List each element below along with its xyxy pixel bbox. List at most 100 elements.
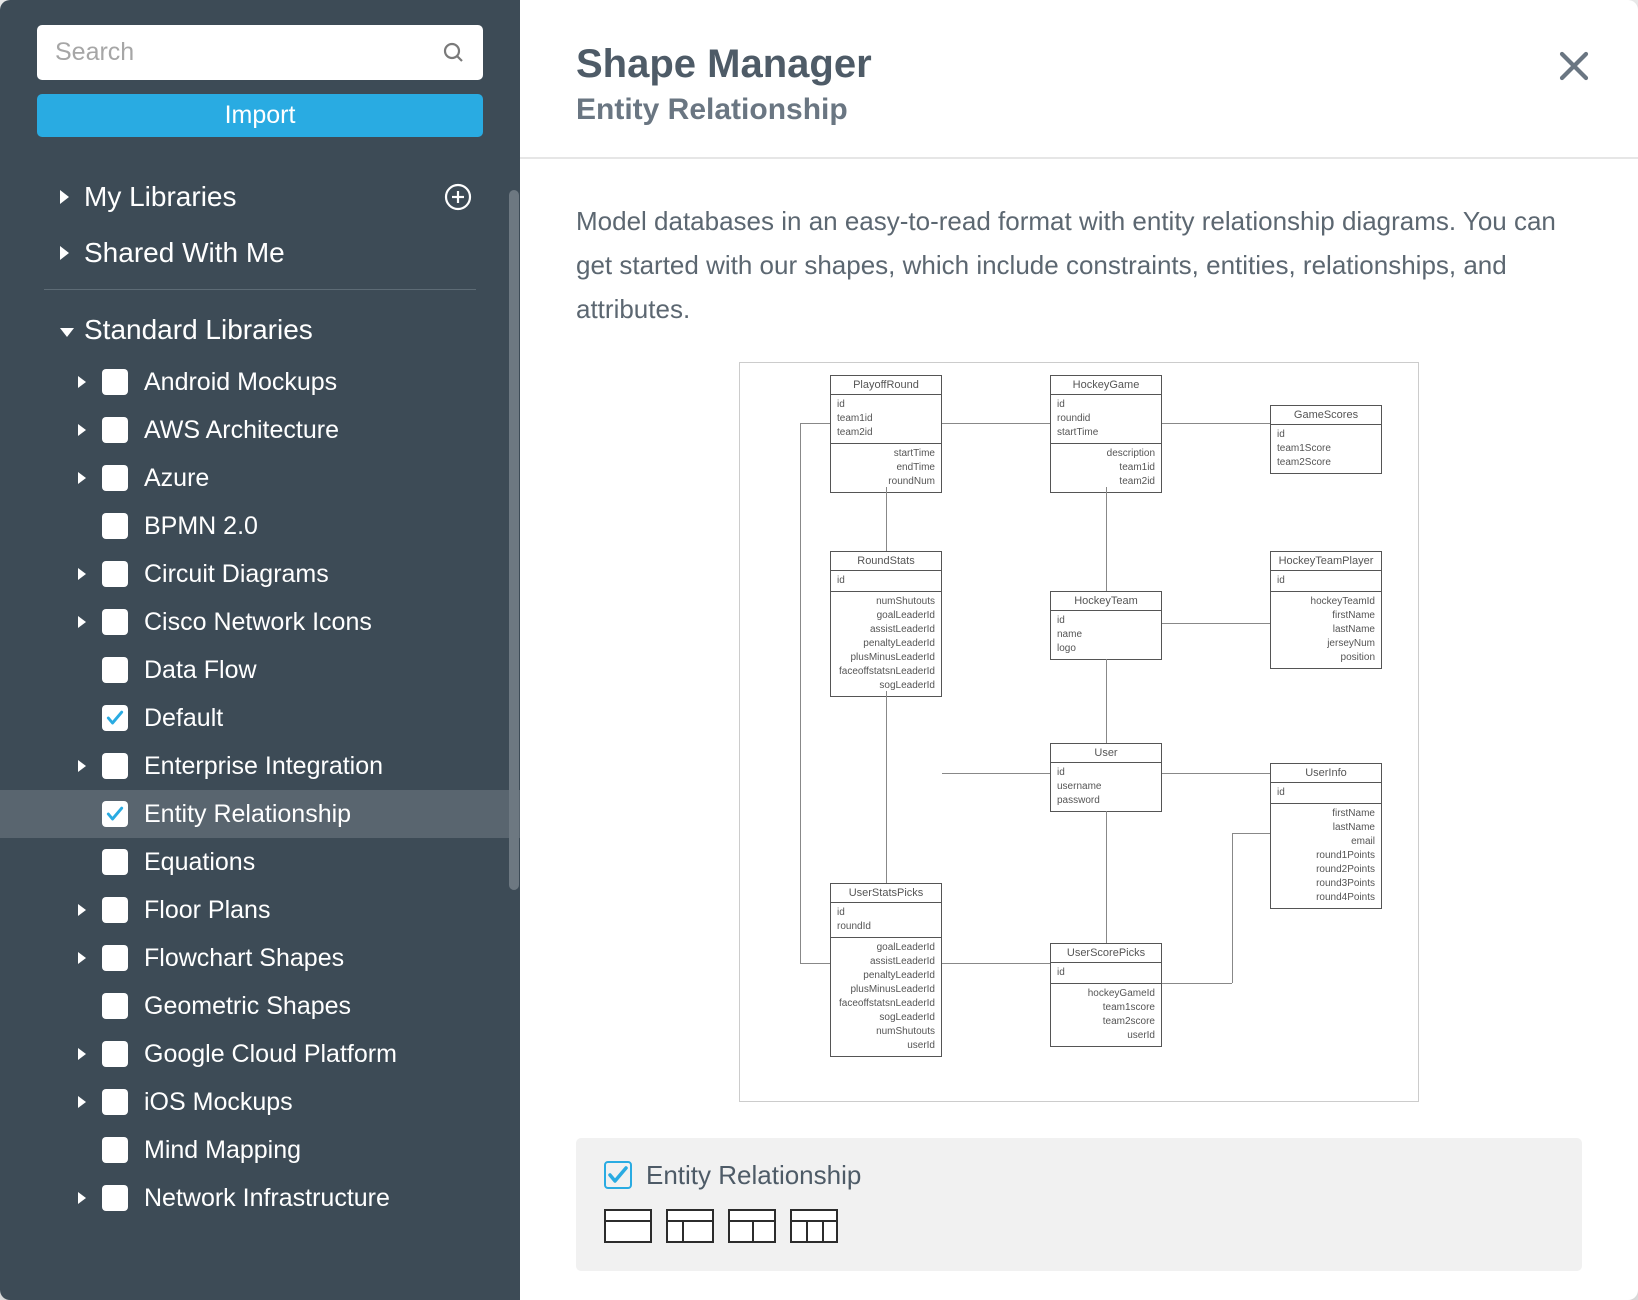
sidebar-item-entity-relationship[interactable]: Entity Relationship (0, 790, 520, 838)
sidebar-scroll[interactable]: My Libraries Shared With Me Standard Lib… (0, 153, 520, 1300)
sidebar-item-label: Circuit Diagrams (144, 560, 329, 589)
checkbox[interactable] (102, 753, 128, 779)
sidebar-item-enterprise-integration[interactable]: Enterprise Integration (0, 742, 520, 790)
close-button[interactable] (1558, 50, 1590, 87)
checkbox[interactable] (102, 561, 128, 587)
search-input[interactable] (37, 25, 483, 80)
checkbox[interactable] (102, 993, 128, 1019)
page-title: Shape Manager (576, 42, 1582, 87)
sidebar-item-label: Mind Mapping (144, 1136, 301, 1165)
scrollbar[interactable] (508, 190, 520, 910)
sidebar-item-cisco-network-icons[interactable]: Cisco Network Icons (0, 598, 520, 646)
checkbox[interactable] (102, 897, 128, 923)
chevron-right-icon (60, 246, 69, 260)
main-header: Shape Manager Entity Relationship (520, 0, 1638, 159)
sidebar-item-default[interactable]: Default (0, 694, 520, 742)
sidebar-item-label: Data Flow (144, 656, 257, 685)
sidebar-item-label: Entity Relationship (144, 800, 351, 829)
entity-shape-icon-4[interactable] (790, 1209, 838, 1243)
sidebar-item-label: Android Mockups (144, 368, 337, 397)
sidebar-item-mind-mapping[interactable]: Mind Mapping (0, 1126, 520, 1174)
sidebar-item-label: iOS Mockups (144, 1088, 293, 1117)
chevron-right-icon (78, 1192, 86, 1204)
section-standard-libraries[interactable]: Standard Libraries (0, 302, 520, 358)
sidebar-top: Import (0, 0, 520, 153)
checkbox[interactable] (102, 705, 128, 731)
sidebar-item-label: Default (144, 704, 223, 733)
checkbox[interactable] (102, 1089, 128, 1115)
chevron-right-icon (78, 616, 86, 628)
sidebar-item-label: Geometric Shapes (144, 992, 351, 1021)
checkbox[interactable] (102, 849, 128, 875)
checkbox[interactable] (102, 657, 128, 683)
checkbox[interactable] (102, 609, 128, 635)
sidebar: Import My Libraries Shared With Me Stand… (0, 0, 520, 1300)
shape-library-card: Entity Relationship (576, 1138, 1582, 1271)
sidebar-item-label: Flowchart Shapes (144, 944, 344, 973)
search-icon (442, 41, 466, 65)
sidebar-item-label: AWS Architecture (144, 416, 339, 445)
entity-shape-icon-2[interactable] (666, 1209, 714, 1243)
chevron-right-icon (78, 568, 86, 580)
section-shared-with-me[interactable]: Shared With Me (0, 225, 520, 281)
section-title: Standard Libraries (84, 314, 313, 346)
checkbox[interactable] (102, 1137, 128, 1163)
sidebar-item-label: BPMN 2.0 (144, 512, 258, 541)
entity-shape-icon-3[interactable] (728, 1209, 776, 1243)
section-my-libraries[interactable]: My Libraries (0, 169, 520, 225)
sidebar-item-android-mockups[interactable]: Android Mockups (0, 358, 520, 406)
description-text: Model databases in an easy-to-read forma… (576, 199, 1582, 332)
page-subtitle: Entity Relationship (576, 93, 1582, 127)
sidebar-item-data-flow[interactable]: Data Flow (0, 646, 520, 694)
sidebar-item-ios-mockups[interactable]: iOS Mockups (0, 1078, 520, 1126)
er-diagram-preview: PlayoffRound idteam1idteam2id startTimee… (739, 362, 1419, 1102)
search-wrap (37, 25, 483, 80)
shape-manager-modal: Import My Libraries Shared With Me Stand… (0, 0, 1638, 1300)
shape-card-checkbox[interactable] (604, 1161, 632, 1189)
checkbox[interactable] (102, 945, 128, 971)
chevron-right-icon (78, 760, 86, 772)
sidebar-item-label: Enterprise Integration (144, 752, 383, 781)
chevron-right-icon (60, 190, 69, 204)
chevron-right-icon (78, 904, 86, 916)
import-button[interactable]: Import (37, 94, 483, 137)
sidebar-item-network-infrastructure[interactable]: Network Infrastructure (0, 1174, 520, 1222)
sidebar-item-equations[interactable]: Equations (0, 838, 520, 886)
sidebar-item-label: Floor Plans (144, 896, 270, 925)
shape-icons-row (604, 1209, 1554, 1243)
divider (44, 289, 476, 290)
checkbox[interactable] (102, 1185, 128, 1211)
main-panel: Shape Manager Entity Relationship Model … (520, 0, 1638, 1300)
sidebar-item-aws-architecture[interactable]: AWS Architecture (0, 406, 520, 454)
checkbox[interactable] (102, 801, 128, 827)
sidebar-item-google-cloud-platform[interactable]: Google Cloud Platform (0, 1030, 520, 1078)
chevron-down-icon (60, 328, 74, 337)
scrollbar-thumb[interactable] (509, 190, 519, 890)
checkbox[interactable] (102, 465, 128, 491)
sidebar-item-flowchart-shapes[interactable]: Flowchart Shapes (0, 934, 520, 982)
checkbox[interactable] (102, 417, 128, 443)
main-body: Model databases in an easy-to-read forma… (520, 159, 1638, 1300)
sidebar-item-label: Equations (144, 848, 255, 877)
checkbox[interactable] (102, 1041, 128, 1067)
shape-card-title: Entity Relationship (646, 1160, 861, 1191)
sidebar-item-label: Google Cloud Platform (144, 1040, 397, 1069)
section-title: My Libraries (84, 181, 236, 213)
sidebar-item-label: Azure (144, 464, 209, 493)
chevron-right-icon (78, 424, 86, 436)
section-title: Shared With Me (84, 237, 285, 269)
sidebar-item-label: Network Infrastructure (144, 1184, 390, 1213)
entity-shape-icon-1[interactable] (604, 1209, 652, 1243)
chevron-right-icon (78, 472, 86, 484)
checkbox[interactable] (102, 369, 128, 395)
sidebar-item-bpmn-2-0[interactable]: BPMN 2.0 (0, 502, 520, 550)
checkbox[interactable] (102, 513, 128, 539)
sidebar-item-circuit-diagrams[interactable]: Circuit Diagrams (0, 550, 520, 598)
shape-card-header: Entity Relationship (604, 1160, 1554, 1191)
sidebar-item-label: Cisco Network Icons (144, 608, 372, 637)
sidebar-item-azure[interactable]: Azure (0, 454, 520, 502)
add-icon[interactable] (444, 183, 472, 211)
sidebar-item-geometric-shapes[interactable]: Geometric Shapes (0, 982, 520, 1030)
sidebar-item-floor-plans[interactable]: Floor Plans (0, 886, 520, 934)
chevron-right-icon (78, 952, 86, 964)
